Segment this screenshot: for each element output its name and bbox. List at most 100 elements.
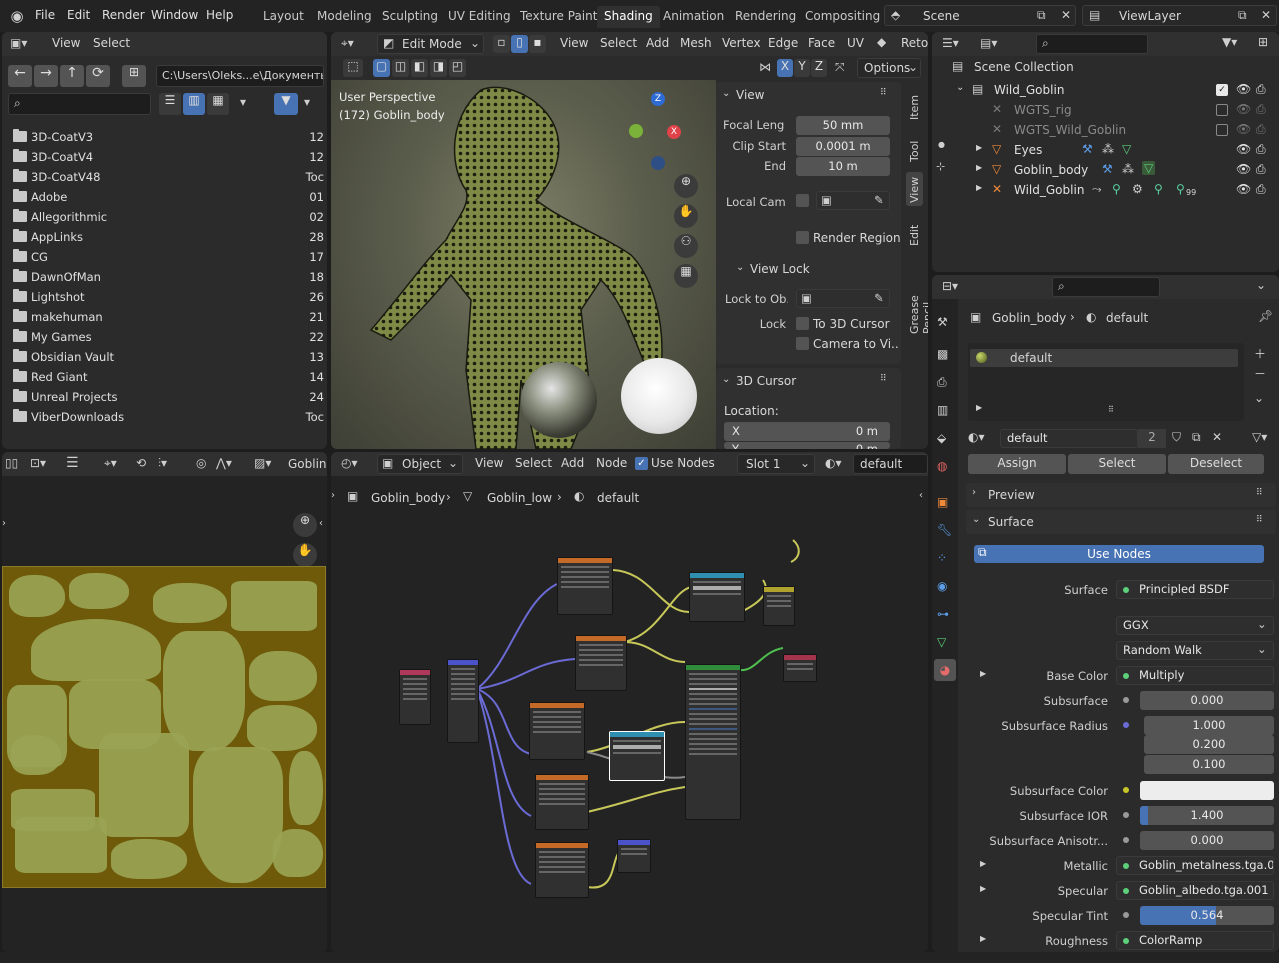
use-nodes-checkbox[interactable]: ✓ — [635, 457, 648, 470]
folder-item[interactable]: Unreal Projects 24 — [8, 387, 326, 407]
edge-select-icon[interactable]: ▯ — [511, 35, 528, 53]
file-search-input[interactable]: ⌕ — [8, 93, 151, 115]
slot-specials-icon[interactable]: ⌄ — [1254, 391, 1264, 405]
folder-item[interactable]: My Games 22 — [8, 327, 326, 347]
vp-menu-face[interactable]: Face — [808, 36, 835, 50]
node-image-texture[interactable] — [557, 557, 613, 615]
display-columns-icon[interactable]: ▥ — [183, 93, 205, 115]
tab-view[interactable]: View — [906, 172, 923, 206]
filter-icon[interactable]: ▼ — [274, 93, 298, 115]
slot-list-resize-icon[interactable]: ⠿ — [1108, 405, 1114, 414]
assign-button[interactable]: Assign — [968, 454, 1066, 474]
menu-window[interactable]: Window — [151, 8, 198, 22]
pin-icon[interactable]: 📌︎ — [1258, 309, 1273, 323]
use-nodes-button[interactable]: ⧉ Use Nodes — [974, 545, 1264, 563]
expand-input-icon[interactable]: ▶ — [980, 884, 986, 893]
lock-eyedropper-icon[interactable]: ✎ — [874, 291, 884, 305]
node-bump[interactable] — [617, 839, 651, 873]
node-image-texture[interactable] — [535, 842, 589, 898]
node-sidebar-expand-icon[interactable]: ‹ — [919, 490, 923, 501]
menu-file[interactable]: File — [35, 8, 55, 22]
property-number-field[interactable]: 0.000 — [1140, 691, 1274, 710]
menu-edit[interactable]: Edit — [67, 8, 90, 22]
uv-sidebar-expand-icon[interactable]: ‹ — [319, 518, 323, 529]
breadcrumb-expand-icon[interactable]: › — [331, 490, 335, 501]
property-link-field[interactable]: ColorRamp — [1116, 931, 1274, 950]
tab-edit[interactable]: Edit — [908, 218, 921, 246]
visibility-eye-icon[interactable]: 👁︎ — [1236, 122, 1251, 136]
gizmo-x-axis[interactable]: X — [667, 125, 681, 139]
node-image-texture[interactable] — [529, 702, 585, 760]
folder-item[interactable]: DawnOfMan 18 — [8, 267, 326, 287]
tab-compositing[interactable]: Compositing — [798, 6, 887, 28]
vp-menu-add[interactable]: Add — [646, 36, 669, 50]
include-checkbox[interactable] — [1216, 124, 1228, 136]
expand-input-icon[interactable]: ▶ — [980, 859, 986, 868]
uv-zoom-icon[interactable]: ⊕ — [293, 513, 317, 537]
visibility-eye-icon[interactable]: 👁︎ — [1236, 182, 1251, 196]
retopology-label[interactable]: Reto — [901, 36, 928, 50]
outliner-row[interactable]: ⌄ ▤ Wild_Goblin ✓ 👁︎ ⎙ — [932, 80, 1279, 100]
node-mix-rgb[interactable] — [763, 586, 795, 626]
local-camera-field[interactable]: ▣ ✎ — [816, 191, 890, 210]
property-link-field[interactable]: Goblin_metalness.tga.001 — [1116, 856, 1274, 875]
outliner-display-mode-icon[interactable]: ▤▾ — [980, 36, 997, 50]
snap-icon[interactable]: ⤧ — [835, 60, 845, 75]
folder-item[interactable]: ViberDownloads Toc — [8, 407, 326, 427]
socket-dot-icon[interactable] — [1123, 912, 1129, 918]
refresh-button[interactable]: ⟳ — [86, 65, 110, 87]
folder-item[interactable]: Adobe 01 — [8, 187, 326, 207]
blender-logo-icon[interactable]: ◉ — [8, 7, 26, 25]
navigation-gizmo[interactable]: Z X — [621, 90, 691, 170]
property-number-field[interactable]: 0.000 — [1140, 831, 1274, 850]
node-color-ramp[interactable] — [689, 572, 745, 622]
shader-type-selector[interactable]: ▣ Object ⌄ — [377, 454, 463, 474]
expand-chevron-right-icon[interactable]: ▶ — [976, 163, 982, 172]
scene-collection-label[interactable]: Scene Collection — [974, 60, 1074, 74]
physics-tab-icon[interactable]: ◉ — [937, 579, 947, 593]
vp-menu-view[interactable]: View — [560, 36, 588, 50]
node-menu-add[interactable]: Add — [561, 456, 584, 470]
data-tab-icon[interactable]: ▽ — [937, 635, 946, 649]
render-tab-icon[interactable]: ▩ — [937, 347, 948, 361]
folder-item[interactable]: Lightshot 26 — [8, 287, 326, 307]
cursor-collapse-chevron-icon[interactable]: ⌄ — [722, 374, 730, 385]
lock-3d-cursor-checkbox[interactable] — [796, 317, 809, 330]
view-collapse-chevron-icon[interactable]: ⌄ — [722, 88, 730, 99]
cursor-panel-drag-icon[interactable]: ⠿ — [880, 374, 887, 384]
slot-selector[interactable]: Slot 1 ⌄ — [737, 454, 815, 474]
uv-texture-canvas[interactable] — [2, 566, 326, 888]
expand-chevron-right-icon[interactable]: ▶ — [976, 143, 982, 152]
uv-image-icon[interactable]: ▨▾ — [254, 456, 271, 470]
output-tab-icon[interactable]: ⎙ — [937, 375, 947, 390]
view-panel-drag-icon[interactable]: ⠿ — [880, 88, 887, 98]
retopology-icon[interactable]: ◆ — [877, 35, 886, 49]
visibility-eye-icon[interactable]: 👁︎ — [1236, 162, 1251, 176]
select-intersect-icon[interactable]: ◰ — [449, 59, 466, 77]
filter-options-icon[interactable]: ▾ — [304, 95, 310, 109]
node-image-texture[interactable] — [535, 774, 589, 830]
outliner-row[interactable]: ✕ WGTS_Wild_Goblin 👁︎ ⎙ — [932, 120, 1279, 140]
eyedropper-icon[interactable]: ✎ — [874, 193, 884, 207]
outliner-search-input[interactable]: ⌕ — [1036, 34, 1148, 54]
vp-menu-edge[interactable]: Edge — [768, 36, 798, 50]
uv-toolbar-expand-icon[interactable]: › — [2, 518, 6, 529]
viewport-editor-type-icon[interactable]: ⌖▾ — [341, 36, 354, 51]
folder-item[interactable]: AppLinks 28 — [8, 227, 326, 247]
gizmo-z-axis[interactable]: Z — [651, 92, 665, 106]
render-camera-icon[interactable]: ⎙ — [1256, 142, 1266, 157]
material-user-count[interactable]: 2 — [1138, 429, 1166, 448]
select-extend-icon[interactable]: ◫ — [392, 59, 409, 77]
cursor-x-field[interactable]: X 0 m — [724, 422, 890, 441]
local-camera-checkbox[interactable] — [796, 194, 809, 207]
subsurface-color-swatch[interactable] — [1140, 781, 1274, 800]
node-editor-type-icon[interactable]: ◴▾ — [341, 456, 358, 470]
scene-selector[interactable]: ⬘ Scene ⧉ ✕ — [884, 5, 1076, 26]
render-camera-icon[interactable]: ⎙ — [1256, 182, 1266, 197]
select-tool-icon[interactable]: ⬚ — [343, 59, 363, 77]
outliner-filter-icon[interactable]: ▼▾ — [1222, 35, 1237, 49]
surface-section-header[interactable]: ⌄ Surface ⠿ — [966, 510, 1276, 534]
uv-sync-icon[interactable]: ⌖▾ — [104, 456, 117, 471]
folder-item[interactable]: Obsidian Vault 13 — [8, 347, 326, 367]
property-number-field[interactable]: 0.100 — [1144, 755, 1274, 774]
